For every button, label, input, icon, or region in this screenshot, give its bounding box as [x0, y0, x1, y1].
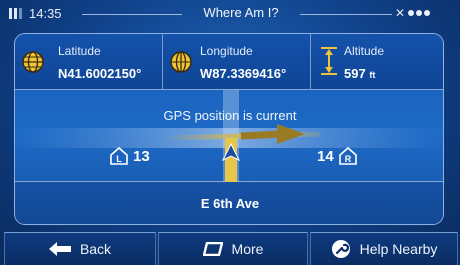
title-divider-right — [300, 14, 392, 15]
more-icon — [202, 242, 223, 256]
help-nearby-button-label: Help Nearby — [359, 241, 438, 257]
house-left-letter: L — [116, 154, 122, 164]
longitude-value: W87.3369416° — [200, 66, 287, 81]
latitude-value: N41.6002150° — [58, 66, 142, 81]
page-title: Where Am I? — [203, 5, 279, 20]
house-right-letter: R — [344, 154, 351, 164]
right-house-number-value: 14 — [317, 147, 334, 165]
altitude-value: 597 ft — [344, 66, 375, 81]
house-left-icon: L — [110, 146, 128, 165]
gps-status-indicator[interactable]: ✕ — [395, 5, 431, 21]
back-arrow-icon — [48, 242, 71, 256]
direction-arrow-shaft — [240, 130, 284, 140]
wrench-icon — [331, 240, 350, 258]
globe-icon — [22, 51, 44, 73]
road-view: GPS position is current L 13 14 R — [15, 90, 443, 182]
battery-icon — [9, 8, 22, 19]
back-button[interactable]: Back — [4, 232, 156, 265]
coordinates-row: Latitude N41.6002150° Longitude W87.3369… — [15, 34, 443, 90]
altitude-number: 597 — [344, 66, 366, 81]
longitude-label: Longitude — [200, 44, 253, 58]
clock: 14:35 — [29, 6, 62, 21]
back-button-label: Back — [79, 241, 112, 257]
left-house-number: L 13 — [109, 146, 150, 166]
altitude-unit: ft — [369, 70, 376, 80]
more-button[interactable]: More — [158, 232, 308, 265]
status-bar: 14:35 Where Am I? ✕ — [0, 0, 460, 28]
road-graphic — [15, 90, 443, 182]
latitude-cell: Latitude N41.6002150° — [15, 34, 163, 90]
latitude-label: Latitude — [58, 44, 101, 58]
longitude-cell: Longitude W87.3369416° — [163, 34, 311, 90]
more-button-label: More — [231, 241, 264, 257]
where-am-i-screen: 14:35 Where Am I? ✕ Latitude N41.6002150… — [0, 0, 460, 265]
globe-icon — [170, 51, 192, 73]
house-right-icon: R — [338, 146, 357, 165]
left-house-number-value: 13 — [133, 147, 150, 165]
gps-status-message: GPS position is current — [163, 108, 297, 123]
street-name: E 6th Ave — [15, 182, 443, 224]
location-panel: Latitude N41.6002150° Longitude W87.3369… — [14, 33, 444, 225]
bottom-toolbar: Back More Help Nearby — [0, 230, 460, 265]
altitude-label: Altitude — [344, 44, 385, 58]
gps-signal-dots — [408, 10, 431, 16]
help-nearby-button[interactable]: Help Nearby — [310, 232, 458, 265]
altitude-icon — [321, 47, 337, 75]
altitude-cell: Altitude 597 ft — [311, 34, 443, 90]
satellite-icon: ✕ — [395, 6, 406, 20]
right-house-number: 14 R — [317, 146, 358, 166]
title-divider-left — [82, 14, 182, 15]
